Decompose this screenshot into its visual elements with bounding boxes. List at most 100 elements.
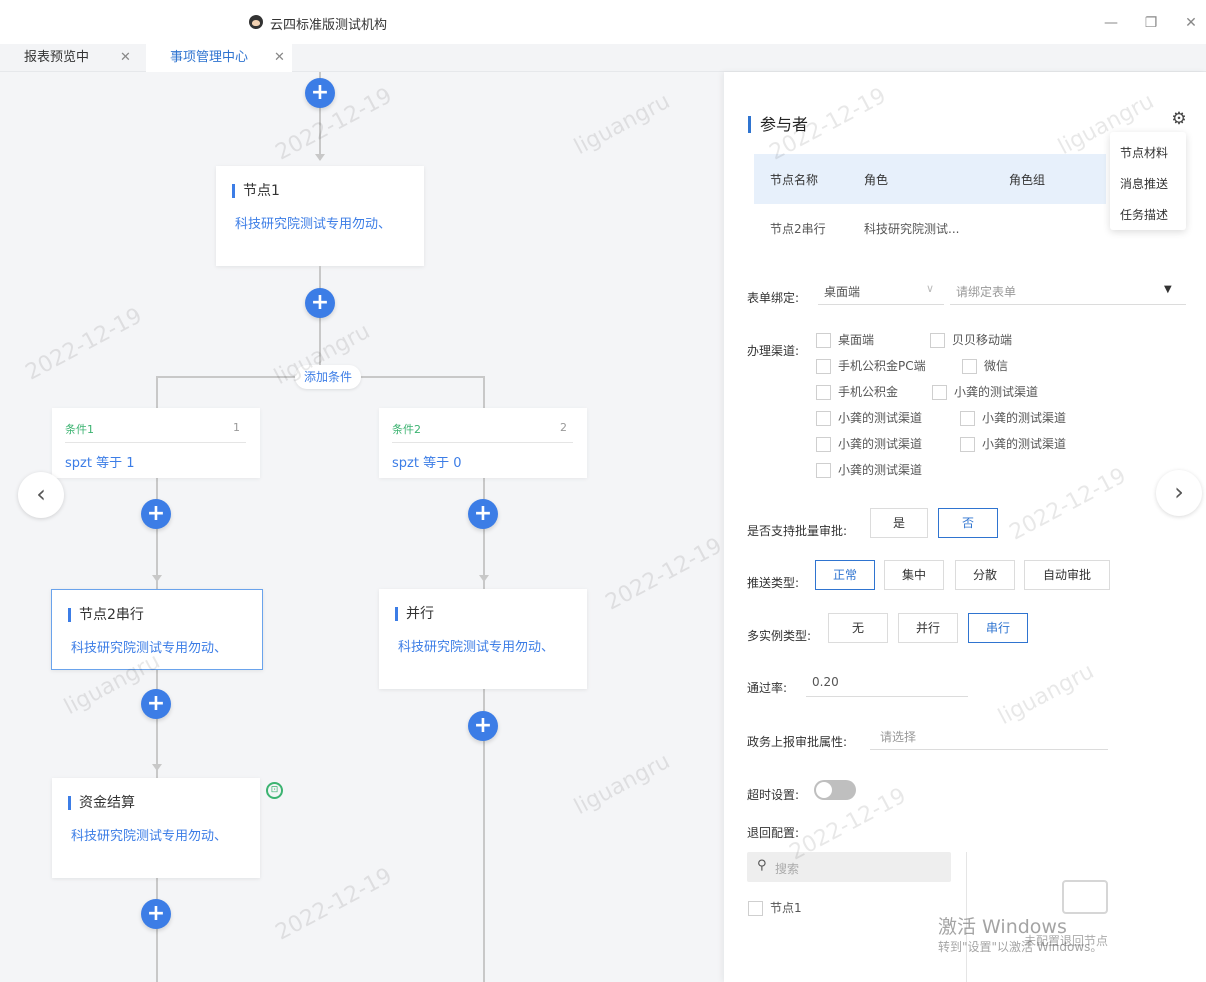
instance-none-button[interactable]: 无 bbox=[828, 613, 888, 643]
restore-button[interactable]: ❐ bbox=[1142, 14, 1160, 32]
add-node-button[interactable]: + bbox=[141, 899, 171, 929]
table-cell: 节点2串行 bbox=[770, 222, 826, 236]
tab-close-icon[interactable]: ✕ bbox=[120, 44, 131, 72]
channel-checkbox[interactable]: 小龚的测试渠道 bbox=[960, 437, 1066, 452]
channel-checkbox[interactable]: 小龚的测试渠道 bbox=[932, 385, 1038, 400]
batch-approval-label: 是否支持批量审批: bbox=[747, 524, 848, 538]
channel-checkbox[interactable]: 微信 bbox=[962, 359, 1008, 374]
add-condition-button[interactable]: 添加条件 bbox=[295, 365, 361, 389]
tab-close-icon[interactable]: ✕ bbox=[274, 44, 285, 72]
column-header: 角色组 bbox=[1009, 173, 1046, 187]
form-binding-label: 表单绑定: bbox=[747, 291, 800, 305]
channel-checkbox[interactable]: 小龚的测试渠道 bbox=[816, 437, 922, 452]
node-config-panel: 参与者 ⚙ 节点名称 角色 角色组 节点2串行 科技研究院测试... 节点材料 … bbox=[724, 72, 1206, 982]
arrow-icon bbox=[152, 764, 162, 771]
prev-arrow-button[interactable]: ‹ bbox=[18, 472, 64, 518]
flow-node-parallel[interactable]: 并行 科技研究院测试专用勿动、 bbox=[379, 589, 587, 689]
add-node-button[interactable]: + bbox=[141, 499, 171, 529]
add-node-button[interactable]: + bbox=[141, 689, 171, 719]
channel-checkbox[interactable]: 手机公积金 bbox=[816, 385, 898, 400]
input-underline bbox=[818, 304, 944, 305]
terminal-select[interactable]: 桌面端 bbox=[824, 283, 860, 300]
condition-name: 条件1 bbox=[65, 423, 94, 436]
condition-card-2[interactable]: 条件2 2 spzt 等于 0 bbox=[379, 408, 587, 478]
watermark-text: liguangru bbox=[570, 88, 675, 161]
return-node-checkbox[interactable]: 节点1 bbox=[748, 901, 802, 916]
flow-node-fund-settlement[interactable]: 资金结算 科技研究院测试专用勿动、 bbox=[52, 778, 260, 878]
search-icon: ⚲ bbox=[757, 858, 767, 873]
menu-item-node-materials[interactable]: 节点材料 bbox=[1120, 144, 1168, 161]
settings-dropdown-menu: 节点材料 消息推送 任务描述 bbox=[1110, 132, 1186, 230]
tab-label: 报表预览中 bbox=[24, 50, 90, 65]
gear-icon[interactable]: ⚙ bbox=[1170, 110, 1188, 128]
add-node-button[interactable]: + bbox=[468, 499, 498, 529]
batch-no-button[interactable]: 否 bbox=[938, 508, 998, 538]
watermark-text: 2022-12-19 bbox=[1005, 463, 1131, 546]
watermark-text: liguangru bbox=[570, 748, 675, 821]
node-title: 节点1 bbox=[232, 184, 280, 198]
node-title: 节点2串行 bbox=[68, 608, 144, 622]
connector-line bbox=[319, 266, 321, 376]
push-normal-button[interactable]: 正常 bbox=[815, 560, 875, 590]
channel-checkbox[interactable]: 桌面端 bbox=[816, 333, 874, 348]
watermark-text: 2022-12-19 bbox=[271, 863, 397, 946]
add-node-button[interactable]: + bbox=[305, 288, 335, 318]
add-node-button[interactable]: + bbox=[468, 711, 498, 741]
tab-item-management[interactable]: 事项管理中心 ✕ bbox=[146, 44, 292, 72]
arrow-icon bbox=[152, 575, 162, 582]
gov-attr-label: 政务上报审批属性: bbox=[747, 735, 848, 749]
flow-node-1[interactable]: 节点1 科技研究院测试专用勿动、 bbox=[216, 166, 424, 266]
flow-canvas[interactable]: + 节点1 科技研究院测试专用勿动、 + 添加条件 条件1 1 spzt 等于 … bbox=[10, 72, 724, 982]
instance-serial-button[interactable]: 串行 bbox=[968, 613, 1028, 643]
instance-parallel-button[interactable]: 并行 bbox=[898, 613, 958, 643]
pass-rate-label: 通过率: bbox=[747, 681, 788, 695]
batch-yes-button[interactable]: 是 bbox=[870, 508, 928, 538]
channel-checkbox[interactable]: 手机公积金PC端 bbox=[816, 359, 926, 374]
activation-title: 激活 Windows bbox=[938, 916, 1067, 938]
add-node-button[interactable]: + bbox=[305, 78, 335, 108]
flow-node-2-serial[interactable]: 节点2串行 科技研究院测试专用勿动、 bbox=[51, 589, 263, 670]
channel-checkbox[interactable]: 小龚的测试渠道 bbox=[816, 463, 922, 478]
condition-priority: 1 bbox=[233, 421, 240, 434]
channel-checkbox[interactable]: 贝贝移动端 bbox=[930, 333, 1012, 348]
next-arrow-button[interactable]: › bbox=[1156, 470, 1202, 516]
node-description: 科技研究院测试专用勿动、 bbox=[71, 829, 228, 844]
search-input[interactable]: 搜索 bbox=[775, 860, 799, 877]
node-title: 资金结算 bbox=[68, 796, 135, 810]
condition-expression: spzt 等于 1 bbox=[65, 456, 135, 471]
tab-label: 事项管理中心 bbox=[170, 50, 249, 65]
input-underline bbox=[806, 696, 968, 697]
return-node-search[interactable]: ⚲ 搜索 bbox=[747, 852, 951, 882]
form-select[interactable]: 请绑定表单 bbox=[956, 283, 1016, 300]
push-dispersed-button[interactable]: 分散 bbox=[955, 560, 1015, 590]
menu-item-task-description[interactable]: 任务描述 bbox=[1120, 206, 1168, 223]
node-status-icon: ⊡ bbox=[266, 782, 283, 799]
channel-checkbox[interactable]: 小龚的测试渠道 bbox=[960, 411, 1066, 426]
condition-name: 条件2 bbox=[392, 423, 421, 436]
caret-down-icon: ▼ bbox=[1164, 284, 1172, 295]
input-underline bbox=[950, 304, 1186, 305]
channel-checkbox[interactable]: 小龚的测试渠道 bbox=[816, 411, 922, 426]
input-underline bbox=[870, 749, 1108, 750]
pass-rate-input[interactable]: 0.20 bbox=[812, 675, 839, 689]
panel-heading: 参与者 bbox=[748, 116, 808, 133]
close-window-button[interactable]: ✕ bbox=[1182, 14, 1200, 32]
minimize-button[interactable]: — bbox=[1102, 14, 1120, 32]
chevron-down-icon: ∨ bbox=[926, 282, 935, 295]
condition-priority: 2 bbox=[560, 421, 567, 434]
arrow-icon bbox=[479, 575, 489, 582]
empty-box-icon bbox=[1062, 880, 1108, 914]
window-title: 云四标准版测试机构 bbox=[270, 18, 388, 33]
tab-report-preview[interactable]: 报表预览中 ✕ bbox=[0, 44, 140, 72]
arrow-icon bbox=[315, 154, 325, 161]
menu-item-message-push[interactable]: 消息推送 bbox=[1120, 175, 1168, 192]
push-auto-approve-button[interactable]: 自动审批 bbox=[1024, 560, 1110, 590]
node-title: 并行 bbox=[395, 607, 434, 621]
gov-attr-select[interactable]: 请选择 bbox=[880, 728, 916, 745]
timeout-toggle[interactable] bbox=[814, 780, 856, 800]
watermark-text: 2022-12-19 bbox=[601, 533, 724, 616]
node-description: 科技研究院测试专用勿动、 bbox=[71, 641, 228, 656]
condition-card-1[interactable]: 条件1 1 spzt 等于 1 bbox=[52, 408, 260, 478]
app-avatar-icon bbox=[249, 15, 263, 29]
push-concentrated-button[interactable]: 集中 bbox=[884, 560, 944, 590]
